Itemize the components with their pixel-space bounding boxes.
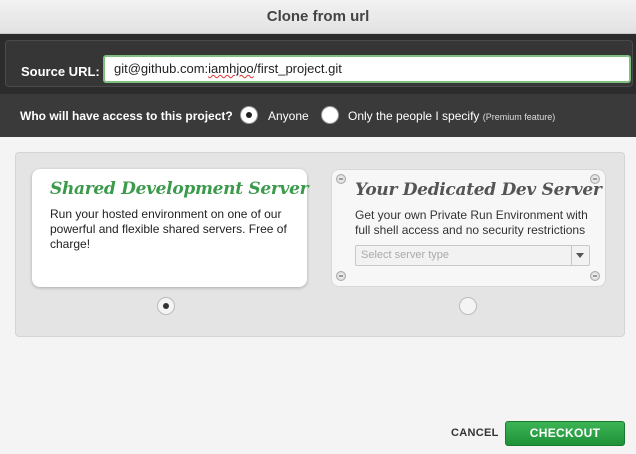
access-bar: Who will have access to this project? An… bbox=[0, 94, 636, 137]
premium-note: (Premium feature) bbox=[482, 112, 556, 122]
shared-server-title: Shared Development Server bbox=[50, 179, 309, 199]
access-specific-label: Only the people I specify bbox=[348, 109, 480, 123]
dialog-title: Clone from url bbox=[0, 0, 636, 34]
access-specific-radio[interactable] bbox=[321, 106, 339, 124]
source-url-bar: Source URL: git@github.com:iamhjoo/first… bbox=[0, 34, 636, 94]
shared-server-description: Run your hosted environment on one of ou… bbox=[50, 207, 287, 251]
shared-server-card[interactable]: Shared Development Server Run your hoste… bbox=[32, 169, 309, 287]
access-anyone-radio[interactable] bbox=[240, 106, 258, 124]
url-suffix: /first_project.git bbox=[253, 61, 342, 76]
server-panel: Shared Development Server Run your hoste… bbox=[15, 152, 625, 337]
server-type-placeholder: Select server type bbox=[361, 249, 450, 261]
dedicated-server-card[interactable]: Your Dedicated Dev Server Get your own P… bbox=[331, 169, 606, 287]
access-anyone-label[interactable]: Anyone bbox=[268, 109, 309, 123]
screw-icon bbox=[590, 271, 600, 281]
chevron-down-icon[interactable] bbox=[571, 246, 589, 265]
url-prefix: git@github.com: bbox=[114, 61, 209, 76]
screw-icon bbox=[336, 174, 346, 184]
source-url-frame: Source URL: git@github.com:iamhjoo/first… bbox=[5, 40, 633, 87]
source-url-label: Source URL: bbox=[21, 64, 100, 79]
access-question: Who will have access to this project? bbox=[20, 109, 233, 123]
checkout-button[interactable]: CHECKOUT bbox=[505, 421, 625, 446]
access-specific-option[interactable]: Only the people I specify (Premium featu… bbox=[348, 109, 555, 123]
server-type-select[interactable]: Select server type bbox=[355, 245, 590, 266]
url-username: iamhjoo bbox=[208, 61, 254, 76]
cancel-button[interactable]: CANCEL bbox=[451, 427, 499, 439]
dedicated-server-radio[interactable] bbox=[459, 297, 477, 315]
shared-server-radio[interactable] bbox=[157, 297, 175, 315]
dedicated-server-description: Get your own Private Run Environment wit… bbox=[355, 208, 588, 237]
dedicated-server-title: Your Dedicated Dev Server bbox=[355, 180, 602, 200]
source-url-input[interactable]: git@github.com:iamhjoo/first_project.git bbox=[103, 55, 631, 83]
screw-icon bbox=[336, 271, 346, 281]
